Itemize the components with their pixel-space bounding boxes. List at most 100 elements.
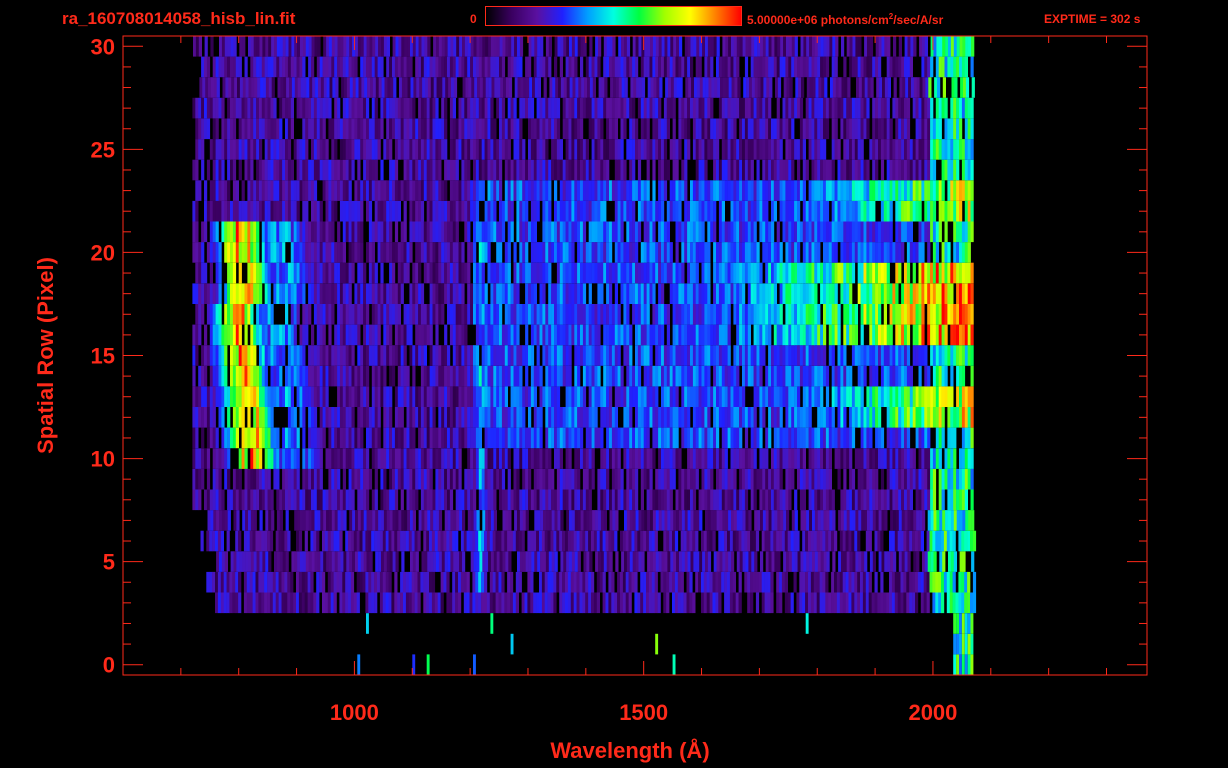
heatmap-cell — [872, 283, 876, 304]
heatmap-cell — [522, 345, 526, 366]
heatmap-cell — [206, 407, 211, 428]
heatmap-cell — [467, 365, 471, 387]
heatmap-cell — [473, 448, 477, 469]
heatmap-cell — [582, 448, 587, 469]
heatmap-cell — [898, 551, 902, 572]
heatmap-cell — [661, 365, 665, 387]
heatmap-cell — [867, 510, 871, 531]
heatmap-cell — [510, 304, 514, 325]
heatmap-cell — [504, 345, 508, 366]
heatmap-cell — [244, 304, 248, 325]
heatmap-cell — [828, 468, 832, 490]
heatmap-cell — [895, 324, 899, 346]
heatmap-cell — [849, 200, 853, 222]
heatmap-cell — [444, 448, 448, 469]
heatmap-cell — [391, 530, 395, 552]
heatmap-cell — [493, 221, 497, 243]
heatmap-cell — [765, 200, 769, 222]
heatmap-cell — [765, 468, 769, 490]
heatmap-cell — [209, 365, 213, 387]
heatmap-cell — [478, 304, 482, 325]
heatmap-cell — [319, 407, 323, 428]
heatmap-cell — [198, 407, 202, 428]
heatmap-cell — [195, 468, 199, 490]
heatmap-cell — [287, 365, 292, 387]
heatmap-cell — [490, 345, 494, 366]
heatmap-cell — [585, 365, 589, 387]
heatmap-cell — [510, 200, 514, 222]
heatmap-cell — [611, 345, 616, 366]
heatmap-cell — [264, 345, 268, 366]
heatmap-cell — [791, 283, 795, 304]
heatmap-cell — [449, 386, 454, 407]
heatmap-cell — [863, 262, 867, 284]
heatmap-cell — [904, 304, 908, 325]
heatmap-cell — [212, 530, 216, 552]
heatmap-cell — [339, 345, 344, 366]
heatmap-cell — [831, 242, 835, 263]
heatmap-cell — [440, 530, 444, 552]
heatmap-cell — [956, 221, 960, 243]
heatmap-cell — [890, 551, 894, 572]
heatmap-cell — [623, 242, 627, 263]
heatmap-cell — [698, 571, 702, 593]
heatmap-cell — [461, 345, 465, 366]
heatmap-cell — [414, 571, 418, 593]
heatmap-cell — [623, 489, 627, 511]
heatmap-cell — [652, 242, 656, 263]
heatmap-cell — [716, 489, 720, 511]
heatmap-cell — [392, 365, 396, 387]
heatmap-cell — [334, 489, 338, 511]
heatmap-cell — [580, 510, 584, 531]
heatmap-cell — [863, 180, 867, 201]
heatmap-cell — [959, 262, 963, 284]
heatmap-cell — [825, 427, 830, 449]
heatmap-cell — [687, 386, 691, 407]
heatmap-cell — [383, 365, 387, 387]
heatmap-cell — [247, 407, 251, 428]
heatmap-cell — [192, 345, 196, 366]
heatmap-cell — [658, 427, 662, 449]
heatmap-cell — [235, 345, 239, 366]
heatmap-cell — [267, 448, 271, 469]
heatmap-cell — [513, 468, 517, 490]
heatmap-cell — [432, 407, 436, 428]
heatmap-cell — [351, 242, 355, 263]
heatmap-cell — [246, 592, 250, 614]
heatmap-cell — [516, 304, 520, 325]
heatmap-cell — [501, 221, 506, 243]
heatmap-cell — [680, 530, 684, 552]
heatmap-cell — [244, 365, 248, 387]
heatmap-cell — [779, 200, 783, 222]
heatmap-cell — [655, 386, 659, 407]
heatmap-cell — [528, 262, 532, 284]
heatmap-cell — [785, 200, 789, 222]
heatmap-cell — [753, 221, 757, 243]
heatmap-cell — [849, 365, 853, 387]
heatmap-cell — [961, 407, 966, 428]
heatmap-cell — [337, 407, 341, 428]
heatmap-cell — [522, 448, 526, 469]
heatmap-cell — [906, 489, 911, 511]
heatmap-cell — [744, 324, 749, 346]
heatmap-cell — [649, 200, 653, 222]
heatmap-cell — [617, 262, 621, 284]
heatmap-cell — [912, 200, 916, 222]
heatmap-cell — [923, 571, 927, 593]
heatmap-cell — [762, 468, 766, 490]
heatmap-cell — [635, 283, 639, 304]
heatmap-cell — [808, 200, 812, 222]
heatmap-cell — [475, 427, 480, 449]
heatmap-cell — [507, 200, 511, 222]
heatmap-cell — [423, 592, 427, 614]
heatmap-cell — [259, 262, 263, 284]
heatmap-cell — [651, 571, 655, 593]
heatmap-cell — [782, 283, 786, 304]
heatmap-cell — [209, 283, 213, 304]
heatmap-cell — [420, 304, 425, 325]
heatmap-cell — [230, 262, 234, 284]
heatmap-cell — [316, 200, 320, 222]
heatmap-cell — [718, 242, 723, 263]
heatmap-cell — [279, 180, 283, 201]
heatmap-cell — [875, 304, 879, 325]
